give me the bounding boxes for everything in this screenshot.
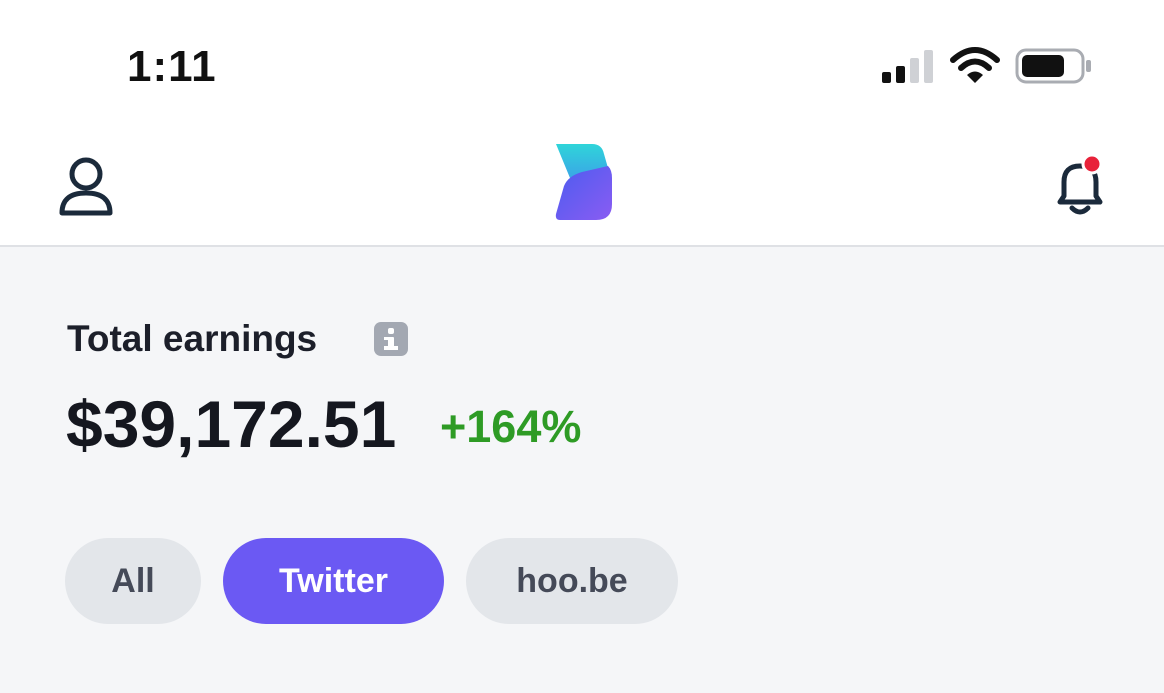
- wifi-icon: [950, 47, 1000, 83]
- notifications-button[interactable]: [1050, 152, 1110, 222]
- cellular-signal-icon: [882, 50, 933, 83]
- notification-badge: [1081, 153, 1103, 175]
- filter-chip-all[interactable]: All: [65, 538, 201, 624]
- profile-button[interactable]: [56, 155, 116, 219]
- total-earnings-amount: $39,172.51: [66, 387, 397, 461]
- filter-chip-twitter[interactable]: Twitter: [223, 538, 444, 624]
- app-logo-icon: [555, 144, 612, 220]
- battery-icon: [1015, 48, 1091, 84]
- info-icon[interactable]: [374, 322, 408, 356]
- top-bar: 1:11: [0, 0, 1164, 247]
- earnings-change-percent: +164%: [440, 401, 582, 452]
- filter-chip-hoobe[interactable]: hoo.be: [466, 538, 678, 624]
- user-profile-icon: [59, 157, 113, 216]
- bell-icon: [1057, 153, 1103, 215]
- total-earnings-label: Total earnings: [67, 318, 318, 359]
- status-time: 1:11: [127, 42, 217, 91]
